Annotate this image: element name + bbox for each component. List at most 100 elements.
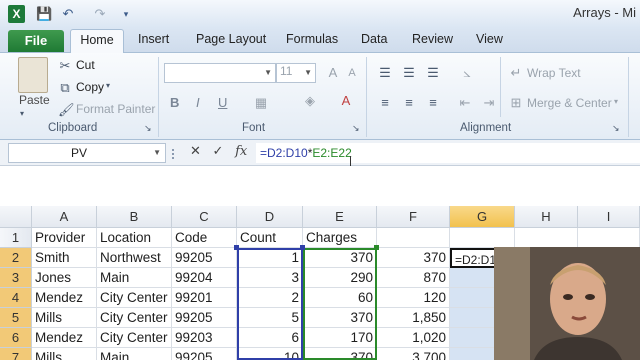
expanded-formula-area[interactable] [0, 166, 640, 206]
cell[interactable]: 99203 [172, 328, 237, 348]
select-all-corner[interactable] [0, 206, 32, 228]
cell[interactable]: 2 [237, 288, 303, 308]
cell[interactable]: City Center [97, 308, 172, 328]
cell[interactable]: 1,020 [377, 328, 450, 348]
cell[interactable] [450, 228, 515, 248]
cell[interactable]: 1,850 [377, 308, 450, 328]
orientation-icon[interactable]: ⦣ [456, 65, 478, 81]
cell[interactable]: Mills [32, 308, 97, 328]
cell[interactable]: 99201 [172, 288, 237, 308]
cut-button[interactable]: Cut [76, 58, 95, 72]
tab-insert[interactable]: Insert [138, 32, 169, 46]
tab-page-layout[interactable]: Page Layout [196, 32, 266, 46]
cell[interactable] [578, 228, 640, 248]
cell[interactable]: 120 [377, 288, 450, 308]
cell[interactable]: 870 [377, 268, 450, 288]
cell[interactable]: City Center [97, 288, 172, 308]
excel-logo-icon[interactable]: X [8, 5, 25, 23]
header-cell[interactable]: Charges [303, 228, 377, 248]
column-header[interactable]: B [97, 206, 172, 228]
range-handle[interactable] [374, 245, 379, 250]
cell[interactable]: 10 [237, 348, 303, 360]
merge-center-icon[interactable]: ⊞ [508, 95, 524, 111]
cell[interactable]: 60 [303, 288, 377, 308]
font-launcher-icon[interactable]: ↘ [352, 123, 360, 134]
tab-formulas[interactable]: Formulas [286, 32, 338, 46]
cancel-icon[interactable]: ✕ [190, 143, 201, 158]
cell[interactable]: Main [97, 348, 172, 360]
header-cell[interactable]: Provider [32, 228, 97, 248]
column-header[interactable]: E [303, 206, 377, 228]
tab-file[interactable]: File [8, 30, 64, 52]
scissors-icon[interactable]: ✂ [58, 58, 72, 74]
column-header[interactable]: G [450, 206, 515, 228]
align-center-icon[interactable]: ≡ [400, 95, 418, 110]
italic-button[interactable]: I [196, 95, 200, 110]
column-header[interactable]: F [377, 206, 450, 228]
wrap-text-button[interactable]: Wrap Text [527, 66, 581, 80]
cell[interactable]: 170 [303, 328, 377, 348]
paste-dropdown-icon[interactable]: ▾ [20, 109, 24, 118]
tab-data[interactable]: Data [361, 32, 387, 46]
paste-icon[interactable] [18, 57, 48, 93]
cell[interactable]: 370 [303, 248, 377, 268]
row-header[interactable]: 7 [0, 348, 32, 360]
grow-font-icon[interactable]: A [324, 65, 342, 80]
cell[interactable]: 370 [303, 308, 377, 328]
range-handle[interactable] [300, 245, 305, 250]
cell[interactable]: 99204 [172, 268, 237, 288]
cell[interactable]: City Center [97, 328, 172, 348]
header-cell[interactable]: Code [172, 228, 237, 248]
align-left-icon[interactable]: ≡ [376, 95, 394, 110]
row-header[interactable]: 1 [0, 228, 32, 248]
insert-function-icon[interactable]: fx [235, 144, 247, 159]
undo-icon[interactable]: ↶ [58, 5, 78, 23]
cell[interactable] [515, 228, 578, 248]
cell[interactable]: Smith [32, 248, 97, 268]
row-header[interactable]: 6 [0, 328, 32, 348]
clipboard-launcher-icon[interactable]: ↘ [144, 123, 152, 134]
merge-center-button[interactable]: Merge & Center [527, 96, 612, 110]
merge-dropdown-icon[interactable]: ▾ [614, 97, 618, 106]
cell[interactable] [377, 228, 450, 248]
align-top-icon[interactable]: ☰ [376, 65, 394, 81]
tab-home[interactable]: Home [70, 29, 124, 53]
align-middle-icon[interactable]: ☰ [400, 65, 418, 81]
format-painter-icon[interactable]: 🖌 [58, 102, 75, 118]
align-bottom-icon[interactable]: ☰ [424, 65, 442, 81]
copy-dropdown-icon[interactable]: ▾ [106, 81, 110, 90]
cell[interactable]: 1 [237, 248, 303, 268]
row-header[interactable]: 3 [0, 268, 32, 288]
cell[interactable]: Mendez [32, 328, 97, 348]
save-icon[interactable]: 💾 [36, 5, 52, 23]
enter-icon[interactable]: ✓ [213, 143, 224, 158]
cell[interactable]: 370 [377, 248, 450, 268]
decrease-indent-icon[interactable]: ⇤ [456, 95, 474, 111]
fill-color-icon[interactable]: ◈ [300, 93, 320, 109]
shrink-font-icon[interactable]: A [344, 67, 360, 79]
format-painter-button[interactable]: Format Painter [76, 102, 155, 116]
align-right-icon[interactable]: ≡ [424, 95, 442, 110]
cell[interactable]: 99205 [172, 348, 237, 360]
header-cell[interactable]: Count [237, 228, 303, 248]
splitter-handle[interactable] [172, 149, 176, 159]
borders-icon[interactable]: ▦ [250, 95, 272, 111]
formula-input[interactable]: =D2:D10*E2:E22 [256, 143, 640, 163]
cell[interactable]: Jones [32, 268, 97, 288]
wrap-text-icon[interactable]: ↵ [508, 65, 524, 81]
font-color-icon[interactable]: A [336, 93, 356, 108]
cell[interactable]: Main [97, 268, 172, 288]
font-name-dropdown[interactable]: ▼ [164, 63, 276, 83]
range-handle[interactable] [234, 245, 239, 250]
increase-indent-icon[interactable]: ⇥ [480, 95, 498, 111]
cell[interactable]: 6 [237, 328, 303, 348]
column-header[interactable]: H [515, 206, 578, 228]
name-box[interactable]: PV ▼ [8, 143, 166, 163]
paste-button[interactable]: Paste [19, 93, 50, 107]
header-cell[interactable]: Location [97, 228, 172, 248]
redo-icon[interactable]: ↷ [90, 5, 110, 23]
row-header[interactable]: 2 [0, 248, 32, 268]
cell[interactable]: 3,700 [377, 348, 450, 360]
bold-button[interactable]: B [170, 95, 179, 110]
copy-button[interactable]: Copy [76, 80, 104, 94]
